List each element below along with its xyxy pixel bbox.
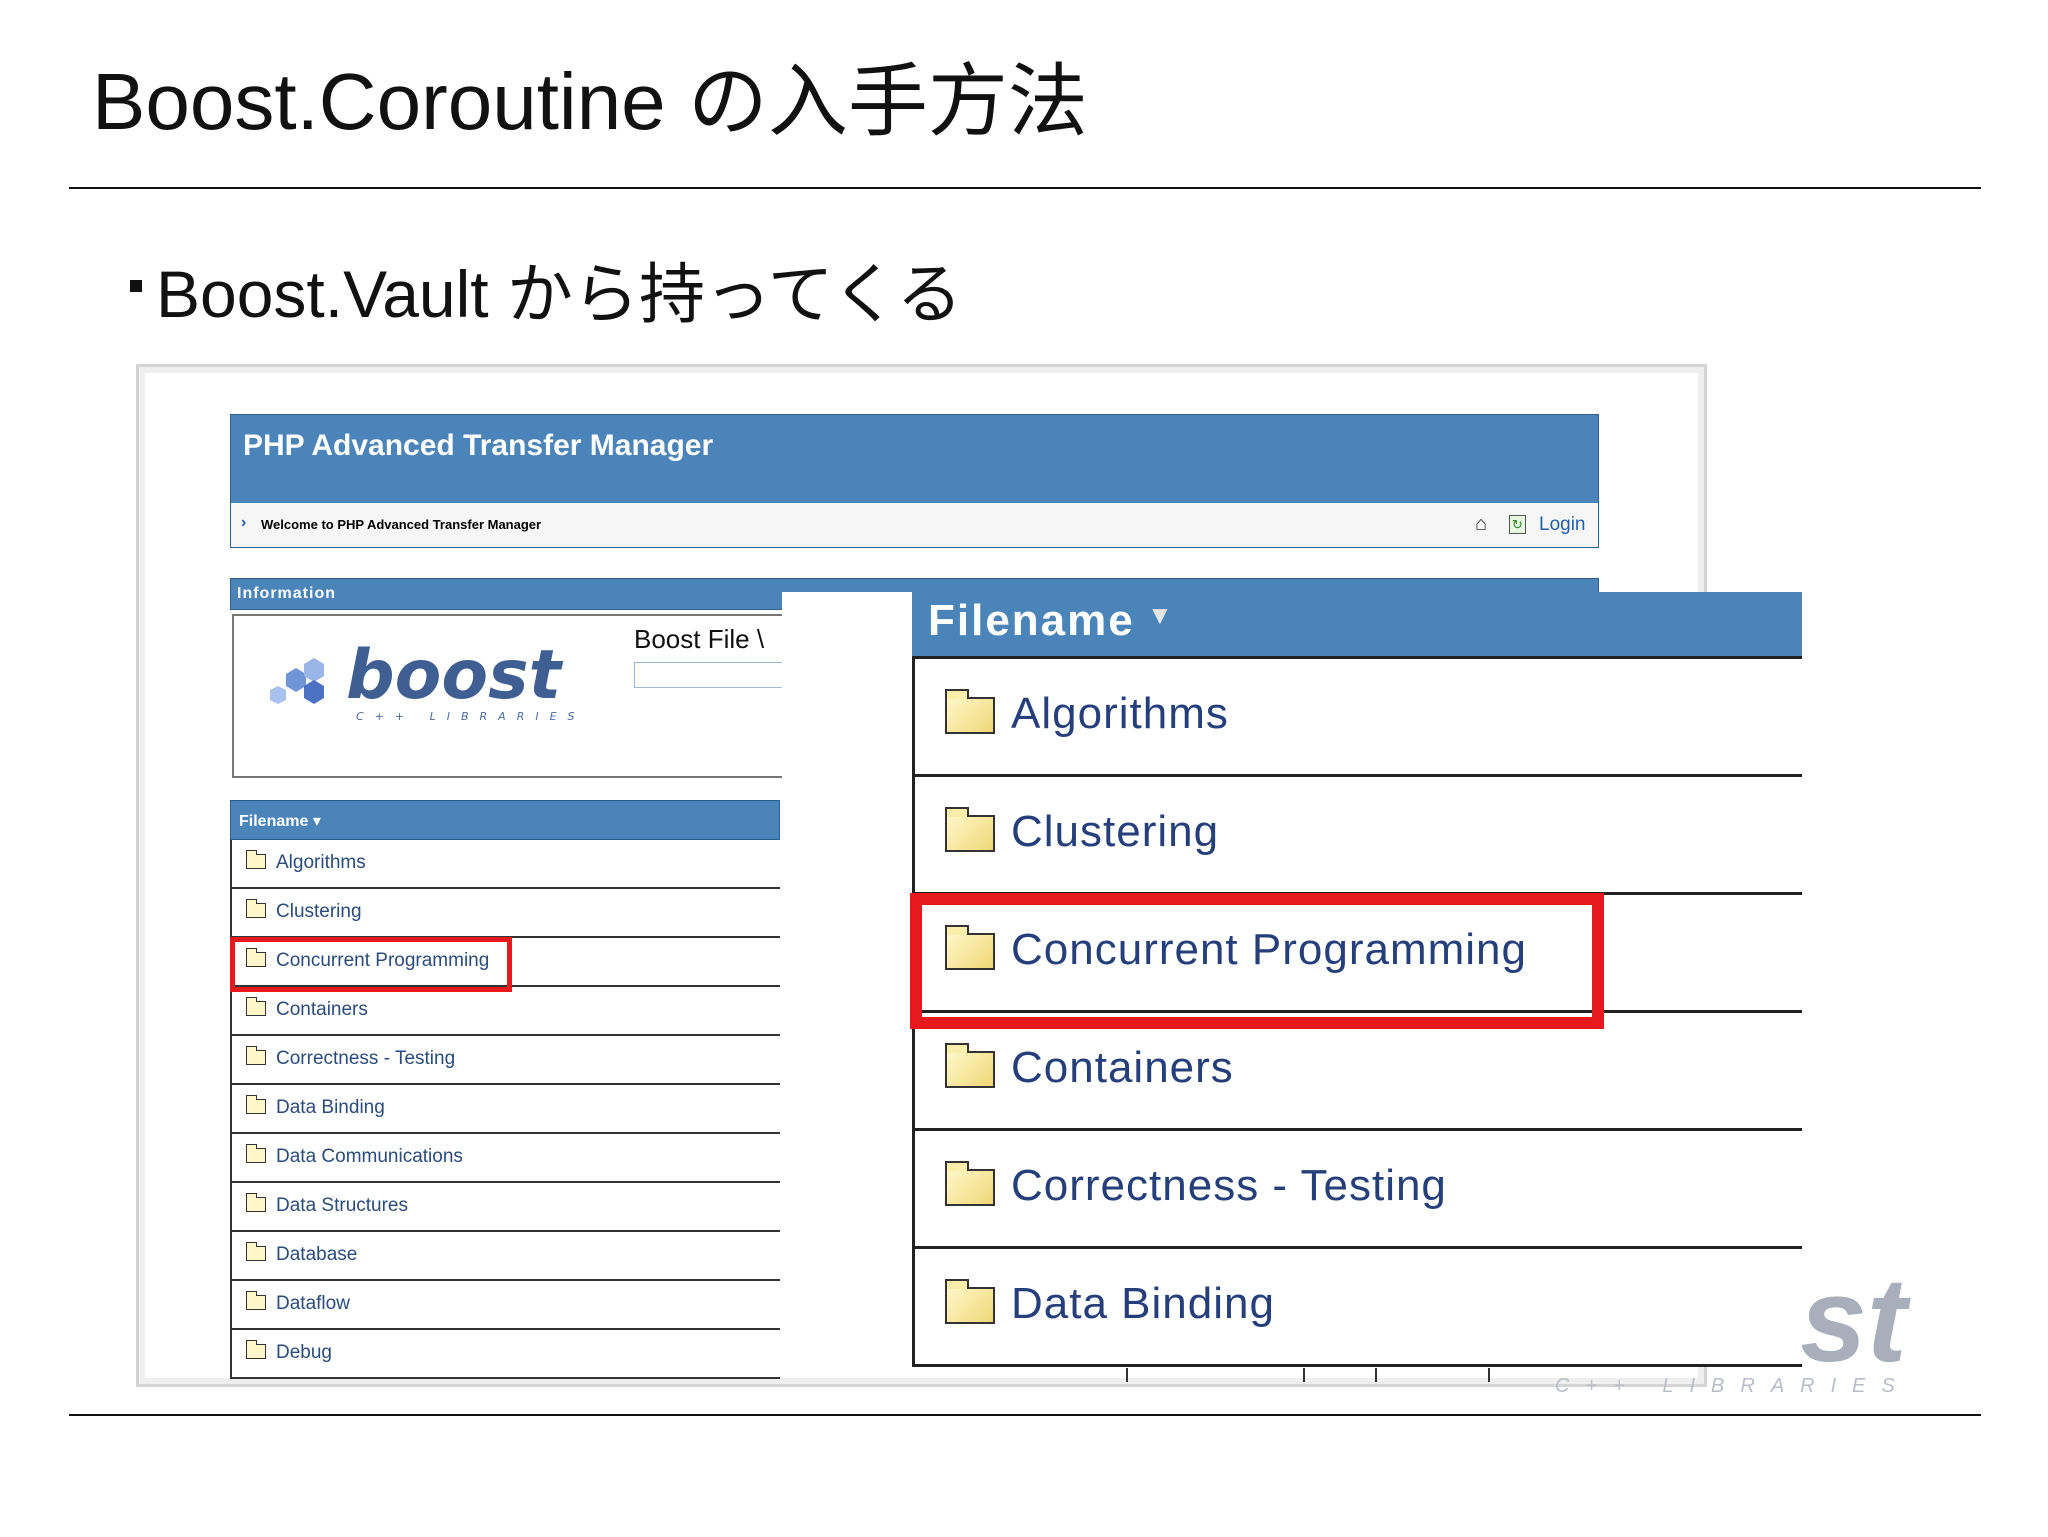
folder-icon: [945, 689, 995, 734]
folder-icon: [945, 1161, 995, 1206]
list-item[interactable]: Containers: [230, 987, 780, 1036]
folder-icon: [246, 1144, 266, 1163]
zoom-list-item[interactable]: Containers: [915, 1013, 1802, 1131]
login-link[interactable]: Login: [1539, 514, 1586, 536]
table-divider: [1488, 1368, 1490, 1382]
boost-file-label: Boost File \: [634, 624, 765, 654]
folder-icon: [945, 1043, 995, 1088]
list-item[interactable]: Data Structures: [230, 1183, 780, 1232]
list-item[interactable]: Data Communications: [230, 1134, 780, 1183]
background-logo: st: [1800, 1253, 1907, 1387]
slide-title: Boost.Coroutine の入手方法: [92, 57, 1088, 146]
folder-link[interactable]: Dataflow: [276, 1293, 350, 1315]
file-list-header[interactable]: Filename ▾: [230, 800, 780, 840]
welcome-text: Welcome to PHP Advanced Transfer Manager: [261, 517, 542, 532]
list-item[interactable]: Data Binding: [230, 1085, 780, 1134]
information-box: boost C++ LIBRARIES Boost File \: [232, 614, 816, 778]
home-icon[interactable]: ⌂: [1475, 513, 1487, 536]
filename-column-label[interactable]: Filename ▾: [239, 811, 321, 831]
sort-down-icon: ▾: [312, 813, 321, 830]
folder-icon: [246, 1046, 266, 1065]
folder-icon: [246, 850, 266, 869]
bullet-item: Boost.Vault から持ってくる: [130, 255, 962, 334]
folder-link[interactable]: Debug: [276, 1342, 332, 1364]
zoom-header[interactable]: Filename ▼: [912, 592, 1802, 659]
boost-logo: boost C++ LIBRARIES: [270, 636, 586, 723]
list-item[interactable]: Dataflow: [230, 1281, 780, 1330]
folder-icon: [246, 1193, 266, 1212]
folder-link[interactable]: Algorithms: [1011, 689, 1229, 739]
information-label: Information: [237, 585, 336, 602]
folder-link[interactable]: Clustering: [276, 901, 362, 923]
welcome-bar: › Welcome to PHP Advanced Transfer Manag…: [230, 503, 1599, 548]
folder-link[interactable]: Database: [276, 1244, 357, 1266]
zoom-list-item[interactable]: Algorithms: [915, 659, 1802, 777]
boost-logo-subtext: C++ LIBRARIES: [356, 710, 586, 723]
sort-down-icon: ▼: [1147, 600, 1173, 630]
folder-link[interactable]: Algorithms: [276, 852, 366, 874]
folder-icon: [246, 1242, 266, 1261]
folder-icon: [945, 807, 995, 852]
folder-link[interactable]: Containers: [276, 999, 368, 1021]
app-title: PHP Advanced Transfer Manager: [243, 429, 714, 462]
folder-icon: [246, 997, 266, 1016]
background-logo-subtext: C++ LIBRARIES: [1555, 1375, 1911, 1397]
footer-rule: [69, 1414, 1981, 1416]
zoom-list-item[interactable]: Data Binding: [915, 1249, 1802, 1367]
folder-icon: [246, 1095, 266, 1114]
folder-link[interactable]: Correctness - Testing: [1011, 1161, 1447, 1211]
list-item[interactable]: Debug: [230, 1330, 780, 1379]
filename-header-text: Filename: [239, 813, 309, 830]
chevron-right-icon: ›: [241, 514, 247, 531]
folder-icon: [246, 1340, 266, 1359]
folder-link[interactable]: Data Communications: [276, 1146, 463, 1168]
table-divider: [1303, 1368, 1305, 1382]
list-item[interactable]: Correctness - Testing: [230, 1036, 780, 1085]
folder-link[interactable]: Containers: [1011, 1043, 1234, 1093]
folder-icon: [945, 1279, 995, 1324]
folder-link[interactable]: Clustering: [1011, 807, 1219, 857]
folder-link[interactable]: Data Binding: [1011, 1279, 1275, 1329]
app-header: PHP Advanced Transfer Manager: [230, 414, 1599, 504]
zoom-list-item[interactable]: Correctness - Testing: [915, 1131, 1802, 1249]
file-list: Filename ▾ Algorithms Clustering Concurr…: [230, 800, 780, 1379]
list-item[interactable]: Clustering: [230, 889, 780, 938]
refresh-icon[interactable]: ↻: [1509, 515, 1526, 534]
list-item[interactable]: Algorithms: [230, 840, 780, 889]
folder-link[interactable]: Data Binding: [276, 1097, 385, 1119]
title-rule: [69, 187, 1981, 189]
folder-icon: [246, 1291, 266, 1310]
folder-icon: [246, 899, 266, 918]
bullet-text: Boost.Vault から持ってくる: [156, 257, 963, 331]
folder-link[interactable]: Correctness - Testing: [276, 1048, 455, 1070]
small-highlight-box: [230, 937, 512, 992]
zoom-list-item[interactable]: Clustering: [915, 777, 1802, 895]
table-divider: [1375, 1368, 1377, 1382]
zoom-highlight-box: [910, 893, 1604, 1029]
boost-logo-text: boost: [346, 636, 564, 715]
folder-link[interactable]: Data Structures: [276, 1195, 408, 1217]
table-divider: [1126, 1368, 1128, 1382]
bullet-marker: [130, 279, 142, 292]
zoom-filename-label[interactable]: Filename: [928, 596, 1135, 646]
list-item[interactable]: Database: [230, 1232, 780, 1281]
